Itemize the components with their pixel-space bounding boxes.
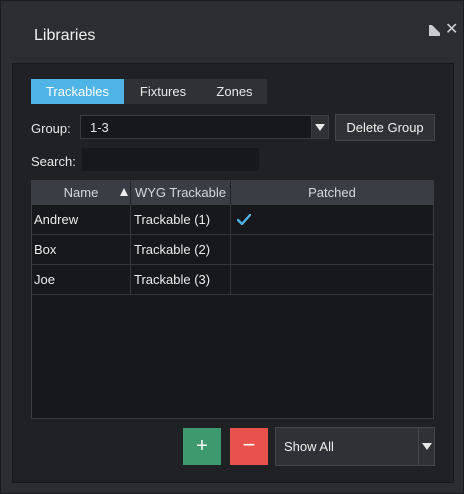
column-header-name[interactable]: Name [32,181,131,205]
chevron-down-icon[interactable] [311,116,328,138]
popout-icon[interactable] [429,24,442,37]
cell-name: Andrew [32,205,131,234]
column-header-label: Name [63,185,99,200]
libraries-window: Libraries ✕ Trackables Fixtures Zones Gr… [0,0,464,494]
cell-patched [231,265,433,294]
sort-ascending-icon [120,188,128,196]
add-button[interactable]: + [183,428,221,465]
libraries-panel: Trackables Fixtures Zones Group: 1-3 Del… [12,63,454,483]
show-filter-value: Show All [284,439,334,454]
cell-wyg-trackable: Trackable (3) [131,265,231,294]
cell-wyg-trackable: Trackable (1) [131,205,231,234]
tab-fixtures[interactable]: Fixtures [124,79,202,104]
cell-patched [231,205,433,234]
group-value: 1-3 [90,120,109,135]
remove-button[interactable]: − [230,428,268,465]
tab-zones[interactable]: Zones [202,79,267,104]
group-select[interactable]: 1-3 [80,115,329,139]
cell-wyg-trackable: Trackable (2) [131,235,231,264]
check-icon [237,214,251,225]
trackables-table: Name WYG Trackable Patched Andrew Tracka… [31,180,434,419]
delete-group-button[interactable]: Delete Group [335,114,435,141]
cell-name: Joe [32,265,131,294]
table-row[interactable]: Box Trackable (2) [32,235,433,265]
cell-patched [231,235,433,264]
group-label: Group: [31,121,71,136]
chevron-down-icon[interactable] [418,428,434,465]
close-icon[interactable]: ✕ [445,22,458,38]
window-title: Libraries [34,27,96,44]
column-header-wyg-trackable[interactable]: WYG Trackable [131,181,231,205]
column-header-patched[interactable]: Patched [231,181,433,205]
search-input[interactable] [82,148,259,171]
tab-trackables[interactable]: Trackables [31,79,124,104]
table-row[interactable]: Joe Trackable (3) [32,265,433,295]
title-bar: Libraries ✕ [1,1,463,61]
search-label: Search: [31,154,76,169]
cell-name: Box [32,235,131,264]
tab-bar: Trackables Fixtures Zones [31,79,267,104]
table-header: Name WYG Trackable Patched [32,181,433,205]
table-row[interactable]: Andrew Trackable (1) [32,205,433,235]
show-filter-select[interactable]: Show All [275,427,435,466]
